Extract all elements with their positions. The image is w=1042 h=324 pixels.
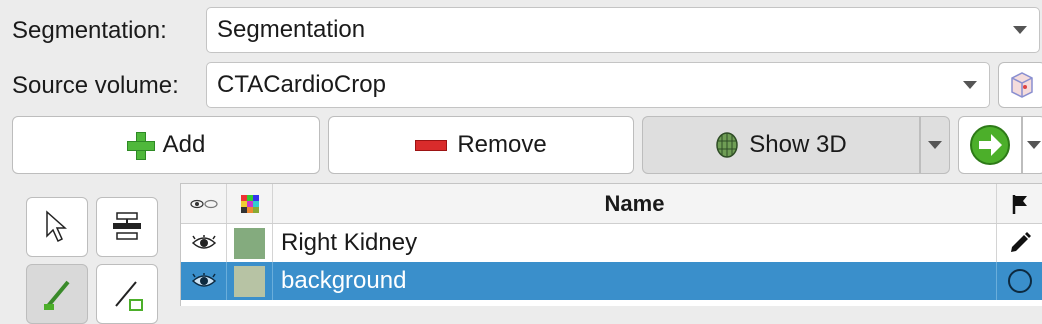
color-cell[interactable] [227, 262, 273, 300]
chevron-down-icon [928, 141, 942, 149]
remove-label: Remove [457, 131, 547, 158]
color-swatch [234, 227, 265, 259]
color-grid-icon [240, 194, 259, 213]
next-dropdown[interactable] [1022, 116, 1042, 174]
segment-name: background [281, 267, 407, 294]
cube-icon [1011, 72, 1033, 98]
show-3d-button[interactable]: Show 3D [642, 116, 920, 174]
show-3d-dropdown[interactable] [920, 116, 950, 174]
segmentation-value: Segmentation [217, 16, 366, 43]
visibility-column-header[interactable] [181, 184, 227, 223]
paint-tool-button[interactable] [26, 264, 88, 324]
name-cell[interactable]: background [273, 262, 997, 300]
volume-options-button[interactable] [998, 62, 1042, 108]
eye-icon [191, 273, 216, 287]
select-tool-button[interactable] [26, 197, 88, 257]
threshold-icon [113, 212, 141, 240]
eye-icon [189, 199, 218, 208]
name-cell[interactable]: Right Kidney [273, 224, 997, 262]
chevron-down-icon [1013, 26, 1027, 34]
next-button[interactable] [958, 116, 1022, 174]
erase-tool-button[interactable] [96, 264, 158, 324]
table-header: Name [181, 184, 1042, 224]
next-arrow-icon [970, 125, 1010, 165]
chevron-down-icon [963, 81, 977, 89]
show-3d-label: Show 3D [749, 131, 847, 158]
flag-icon [1012, 194, 1027, 214]
minus-icon [415, 139, 448, 151]
segments-table: Name Right Kidney background [180, 183, 1042, 306]
table-row[interactable]: Right Kidney [181, 224, 1042, 262]
segmentation-label: Segmentation: [12, 17, 167, 44]
color-cell[interactable] [227, 224, 273, 262]
pencil-icon [1011, 232, 1031, 252]
color-column-header[interactable] [227, 184, 273, 223]
source-volume-combo[interactable]: CTACardioCrop [206, 62, 990, 108]
erase-icon [115, 281, 143, 311]
visibility-toggle[interactable] [181, 224, 227, 262]
status-column-header[interactable] [997, 184, 1042, 223]
threshold-tool-button[interactable] [96, 197, 158, 257]
add-label: Add [162, 131, 206, 158]
mesh-icon [716, 132, 739, 158]
chevron-down-icon [1027, 141, 1041, 149]
arrow-pointer-icon [46, 210, 67, 243]
source-volume-value: CTACardioCrop [217, 71, 386, 98]
name-column-header[interactable]: Name [273, 184, 997, 223]
status-cell[interactable] [997, 224, 1042, 262]
circle-icon [1008, 269, 1032, 293]
visibility-toggle[interactable] [181, 262, 227, 300]
status-cell[interactable] [997, 262, 1042, 300]
remove-button[interactable]: Remove [328, 116, 634, 174]
paint-icon [44, 280, 70, 310]
segmentation-combo[interactable]: Segmentation [206, 7, 1040, 53]
source-volume-label: Source volume: [12, 72, 179, 99]
table-row[interactable]: background [181, 262, 1042, 300]
eye-icon [191, 235, 216, 249]
color-swatch [234, 265, 265, 297]
segment-name: Right Kidney [281, 229, 418, 256]
plus-icon [126, 132, 155, 160]
add-button[interactable]: Add [12, 116, 320, 174]
